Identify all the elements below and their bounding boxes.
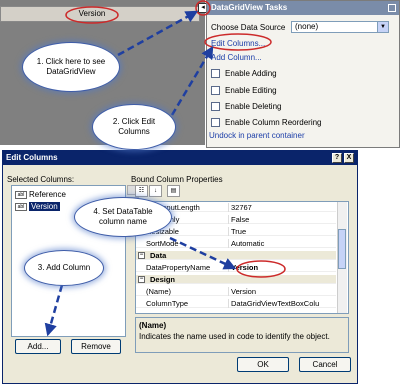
alphabetical-icon[interactable]: ↓ — [149, 185, 162, 197]
ok-button[interactable]: OK — [237, 357, 289, 372]
property-name: (Name) — [146, 287, 172, 296]
collapse-icon[interactable] — [388, 4, 396, 12]
selected-columns-label: Selected Columns: — [7, 175, 75, 184]
property-row[interactable]: (Name) Version — [136, 287, 336, 296]
property-value[interactable]: True — [228, 227, 336, 236]
property-help-box: (Name) Indicates the name used in code t… — [135, 317, 349, 353]
property-category-row[interactable]: − Data — [136, 251, 336, 260]
bound-column-properties-label: Bound Column Properties — [131, 175, 223, 184]
list-item-label: Version — [29, 202, 60, 211]
property-row[interactable]: Resizable True — [136, 227, 336, 236]
remove-button[interactable]: Remove — [71, 339, 121, 354]
callout-4-text: 4. Set DataTable column name — [93, 207, 153, 226]
textbox-column-icon: abl — [15, 191, 27, 199]
property-pages-icon[interactable]: ▤ — [167, 185, 180, 197]
help-button[interactable]: ? — [332, 153, 342, 163]
scrollbar-thumb[interactable] — [338, 229, 346, 269]
callout-1-text: 1. Click here to see DataGridView — [36, 57, 106, 76]
dialog-title-bar: Edit Columns ? X — [3, 151, 357, 165]
dialog-title: Edit Columns — [6, 153, 58, 162]
list-item[interactable]: abl Reference — [14, 189, 66, 200]
property-category-row[interactable]: − Design — [136, 275, 336, 284]
enable-editing-checkbox[interactable] — [211, 86, 220, 95]
enable-adding-label: Enable Adding — [225, 69, 277, 78]
help-description: Indicates the name used in code to ident… — [139, 332, 330, 341]
property-toolbar: ☷ ↓ ▤ — [131, 185, 191, 198]
property-name: Design — [150, 275, 176, 284]
data-source-value: (none) — [295, 22, 319, 31]
edit-columns-link[interactable]: Edit Columns... — [211, 39, 265, 48]
property-value[interactable]: False — [228, 215, 336, 224]
textbox-column-icon: abl — [15, 203, 27, 211]
property-value[interactable]: Version — [228, 287, 336, 296]
close-button[interactable]: X — [344, 153, 354, 163]
categorized-icon[interactable]: ☷ — [135, 185, 148, 197]
help-title: (Name) — [139, 321, 167, 330]
tasks-title-text: DataGridView Tasks — [211, 3, 288, 12]
enable-column-reordering-checkbox[interactable] — [211, 118, 220, 127]
add-button[interactable]: Add... — [15, 339, 61, 354]
callout-4: 4. Set DataTable column name — [74, 197, 172, 237]
property-name: SortMode — [146, 239, 179, 248]
list-item-label: Reference — [29, 190, 66, 199]
callout-3: 3. Add Column — [24, 250, 104, 286]
callout-1: 1. Click here to see DataGridView — [22, 42, 120, 92]
property-row[interactable]: DataPropertyName Version — [136, 263, 336, 272]
collapse-toggle-icon[interactable]: − — [138, 252, 145, 259]
property-name: Data — [150, 251, 167, 260]
property-value[interactable]: DataGridViewTextBoxColu — [228, 299, 336, 308]
enable-editing-label: Enable Editing — [225, 86, 277, 95]
add-column-link[interactable]: Add Column... — [211, 53, 262, 62]
property-name: ColumnType — [146, 299, 189, 308]
data-source-select[interactable]: (none) ▼ — [291, 21, 389, 33]
property-value[interactable]: Version — [228, 263, 336, 272]
choose-data-source-label: Choose Data Source — [211, 23, 286, 32]
undock-link[interactable]: Undock in parent container — [209, 131, 305, 140]
callout-3-text: 3. Add Column — [37, 263, 91, 272]
tasks-panel-title: DataGridView Tasks — [207, 1, 399, 15]
cancel-button[interactable]: Cancel — [299, 357, 351, 372]
enable-column-reordering-label: Enable Column Reordering — [225, 118, 322, 127]
enable-deleting-label: Enable Deleting — [225, 102, 282, 111]
enable-deleting-checkbox[interactable] — [211, 102, 220, 111]
dropdown-arrow-icon[interactable]: ▼ — [377, 22, 388, 32]
callout-2-text: 2. Click Edit Columns — [112, 117, 156, 136]
collapse-toggle-icon[interactable]: − — [138, 276, 145, 283]
property-row[interactable]: SortMode Automatic — [136, 239, 336, 248]
enable-adding-checkbox[interactable] — [211, 69, 220, 78]
property-value[interactable]: Automatic — [228, 239, 336, 248]
callout-2: 2. Click Edit Columns — [92, 104, 176, 150]
datagridview-tasks-panel: DataGridView Tasks Choose Data Source (n… — [206, 0, 400, 148]
property-name: DataPropertyName — [146, 263, 211, 272]
column-header-version[interactable]: Version — [68, 6, 116, 22]
property-value[interactable]: 32767 — [228, 203, 336, 212]
property-row[interactable]: ColumnType DataGridViewTextBoxColu — [136, 299, 336, 308]
list-item-selected[interactable]: abl Version — [14, 201, 60, 212]
